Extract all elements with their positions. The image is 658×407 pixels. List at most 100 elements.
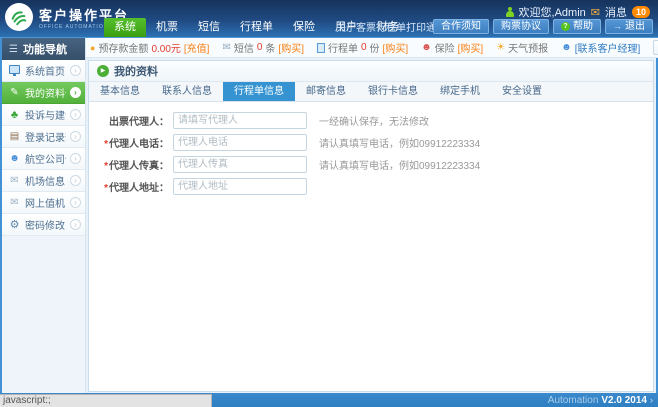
agent-fax-hint: 请认真填写电话，例如09912223334 [319, 157, 480, 172]
nav-tab-sms[interactable]: 短信 [188, 18, 230, 37]
required-star: * [104, 139, 108, 150]
chevron-right-icon: › [70, 65, 81, 76]
section-header: ▶ 我的资料 [89, 61, 653, 82]
sidebar-item-label: 系统首页 [25, 63, 66, 78]
sidebar-item-airports[interactable]: ✉ 机场信息 › [2, 170, 85, 192]
sidebar-item-label: 航空公司信息 [25, 151, 66, 166]
tab-contact-info[interactable]: 联系人信息 [151, 82, 223, 101]
itinerary-item: 行程单 0 份 [购买] [317, 40, 408, 55]
agent-phone-label: *代理人电话： [97, 135, 169, 150]
agent-address-input[interactable] [173, 178, 307, 195]
itinerary-form: 出票代理人： 一经确认保存，无法修改 *代理人电话： 请认真填写电话，例如099… [89, 102, 653, 195]
book-icon: ▤ [8, 131, 21, 142]
nav-tab-tickets[interactable]: 机票 [146, 18, 188, 37]
tab-mailing-info[interactable]: 邮寄信息 [295, 82, 357, 101]
contact-manager-link[interactable]: [联系客户经理] [575, 40, 641, 55]
agent-phone-input[interactable] [173, 134, 307, 151]
logout-button[interactable]: → 退出 [605, 19, 653, 34]
logout-icon: → [613, 20, 622, 33]
label-text: 代理人地址： [109, 183, 169, 194]
edit-icon: ✎ [8, 87, 21, 98]
sidebar-item-online-checkin[interactable]: ✉ 网上值机 › [2, 192, 85, 214]
deposit-item: ● 预存款金额 0.00元 [充值] [90, 40, 209, 55]
sidebar-item-label: 登录记录查看 [25, 129, 66, 144]
sidebar-item-login-records[interactable]: ▤ 登录记录查看 › [2, 126, 85, 148]
sms-buy-link[interactable]: [购买] [278, 40, 304, 55]
deposit-value: 0.00元 [151, 40, 180, 55]
sidebar-item-airlines[interactable]: ☻ 航空公司信息 › [2, 148, 85, 170]
sidebar-item-label: 网上值机 [25, 195, 66, 210]
recharge-link[interactable]: [充值] [184, 40, 210, 55]
ticket-agreement-label: 购票协议 [501, 20, 541, 33]
sidebar-header: ☰ 功能导航 [2, 38, 85, 60]
label-text: 出票代理人： [109, 117, 169, 128]
help-label: 帮助 [573, 20, 593, 33]
wechat-button[interactable]: 微信公众号 [653, 40, 658, 55]
sms-icon: ✉ [222, 42, 230, 53]
insurance-buy-link[interactable]: [购买] [458, 40, 484, 55]
agent-phone-hint: 请认真填写电话，例如09912223334 [319, 135, 480, 150]
agent-fax-label: *代理人传真： [97, 157, 169, 172]
agent-name-input[interactable] [173, 112, 307, 129]
coop-notice-label: 合作须知 [441, 20, 481, 33]
deposit-label: 预存款金额 [98, 40, 148, 55]
nav-tab-insurance[interactable]: 保险 [283, 18, 325, 37]
nav-tab-itinerary[interactable]: 行程单 [230, 18, 283, 37]
header: 客户操作平台 OFFICE AUTOMATION SYSTEM 欢迎您,Admi… [0, 0, 658, 38]
coop-notice-button[interactable]: 合作须知 [433, 19, 489, 34]
ticket-agreement-button[interactable]: 购票协议 [493, 19, 549, 34]
sms-count: 0 [257, 42, 263, 53]
sidebar-header-label: 功能导航 [23, 41, 67, 57]
notice-text[interactable]: 关于客票行程单打印通知 [336, 19, 446, 34]
weather-item[interactable]: ☀ 天气预报 [496, 40, 548, 55]
label-text: 代理人传真： [109, 161, 169, 172]
weather-label: 天气预报 [508, 40, 548, 55]
tab-bind-phone[interactable]: 绑定手机 [429, 82, 491, 101]
monitor-icon [8, 65, 21, 77]
agent-address-label: *代理人地址： [97, 179, 169, 194]
itinerary-buy-link[interactable]: [购买] [383, 40, 409, 55]
help-icon: ? [561, 22, 570, 31]
chevron-right-icon: › [70, 153, 81, 164]
tab-itinerary-info[interactable]: 行程单信息 [223, 82, 295, 101]
sidebar-item-complaints[interactable]: ♣ 投诉与建议 › [2, 104, 85, 126]
toolbar: ● 预存款金额 0.00元 [充值] ✉ 短信 0 条 [购买] 行程单 0 份… [86, 38, 658, 58]
content-panel: ▶ 我的资料 基本信息 联系人信息 行程单信息 邮寄信息 银行卡信息 绑定手机 … [88, 60, 654, 392]
mail-icon: ✉ [8, 175, 21, 186]
tab-bank-card-info[interactable]: 银行卡信息 [357, 82, 429, 101]
message-count-badge[interactable]: 10 [632, 6, 650, 18]
coins-icon: ● [90, 43, 95, 53]
browser-status-text: javascript:; [0, 394, 212, 407]
footer-more-icon: › [650, 395, 653, 405]
insurance-label: 保险 [435, 40, 455, 55]
itinerary-label: 行程单 [328, 40, 358, 55]
sms-unit: 条 [265, 40, 275, 55]
insurance-item: ☻ 保险 [购买] [421, 40, 483, 55]
chevron-right-icon: › [70, 131, 81, 142]
users-icon: ☻ [8, 153, 21, 164]
section-play-icon: ▶ [97, 65, 109, 77]
help-button[interactable]: ? 帮助 [553, 19, 601, 34]
agent-fax-input[interactable] [173, 156, 307, 173]
form-row-agent-phone: *代理人电话： 请认真填写电话，例如09912223334 [97, 134, 653, 151]
chevron-right-icon: › [70, 87, 81, 98]
sidebar-item-my-profile[interactable]: ✎ 我的资料信息 › [2, 82, 85, 104]
sidebar-item-home[interactable]: 系统首页 › [2, 60, 85, 82]
tab-basic-info[interactable]: 基本信息 [89, 82, 151, 101]
chevron-right-icon: › [70, 219, 81, 230]
manager-icon: ☻ [561, 42, 572, 53]
welcome-text: 欢迎您,Admin [519, 4, 586, 20]
message-envelope-icon: ✉ [591, 6, 600, 19]
chevron-right-icon: › [70, 175, 81, 186]
message-link[interactable]: 消息 [605, 4, 627, 20]
header-actions: 合作须知 购票协议 ? 帮助 → 退出 [433, 19, 653, 34]
itinerary-count: 0 [361, 42, 367, 53]
required-star: * [104, 183, 108, 194]
chevron-right-icon: › [70, 109, 81, 120]
nav-tab-system[interactable]: 系统 [104, 18, 146, 37]
sidebar-item-change-password[interactable]: ⚙ 密码修改 › [2, 214, 85, 236]
weather-sun-icon: ☀ [496, 42, 505, 53]
sidebar: ☰ 功能导航 系统首页 › ✎ 我的资料信息 › ♣ 投诉与建议 › ▤ 登录记… [2, 38, 86, 393]
tab-security-settings[interactable]: 安全设置 [491, 82, 553, 101]
sidebar-item-label: 密码修改 [25, 217, 66, 232]
